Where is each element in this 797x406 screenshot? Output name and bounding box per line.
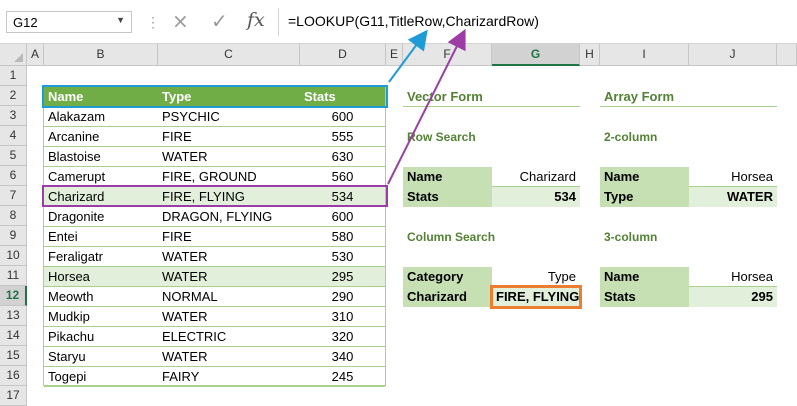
annotation-arrows (387, 28, 466, 185)
title-row-arrow (388, 29, 428, 83)
charizard-row-arrow (387, 28, 466, 185)
